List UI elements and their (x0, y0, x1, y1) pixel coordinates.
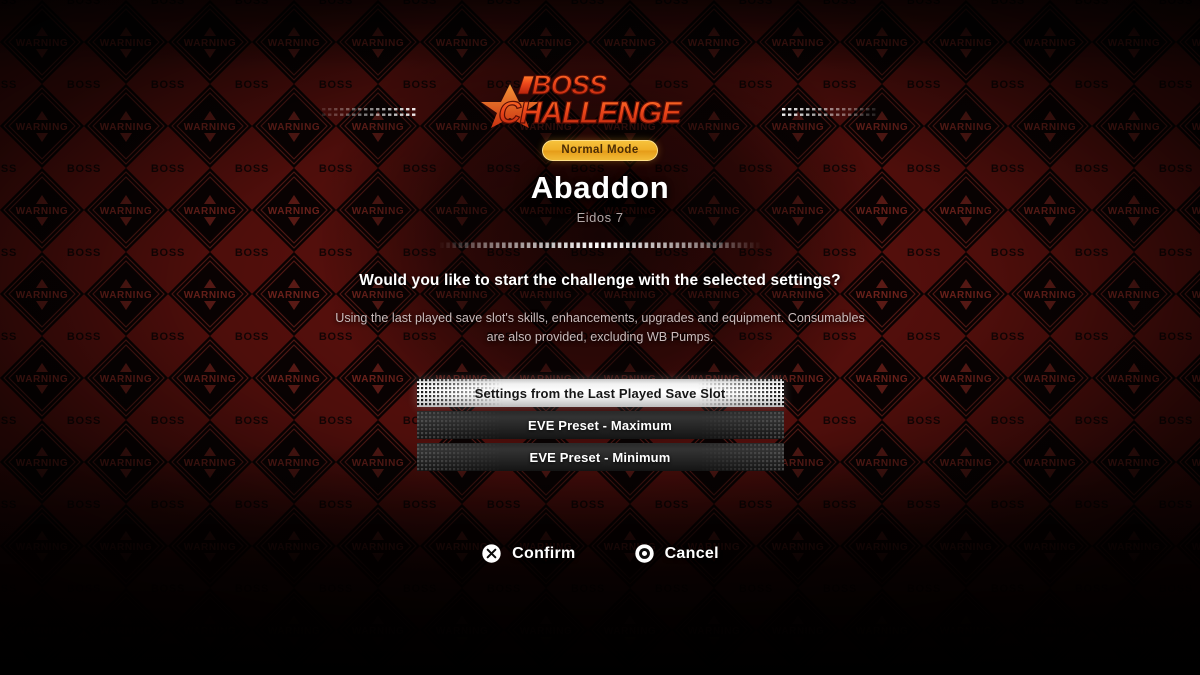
logo-graphic: BOSS CHALLENGE (481, 69, 685, 128)
cancel-button[interactable]: Cancel (634, 543, 719, 564)
option-label: EVE Preset - Maximum (528, 418, 672, 434)
options-list: Settings from the Last Played Save Slot (416, 379, 784, 472)
cross-button-icon (482, 544, 501, 563)
halftone-edge-right (697, 444, 784, 472)
circle-button-icon (634, 544, 654, 563)
logo-text-challenge: CHALLENGE (496, 95, 685, 128)
confirm-label: Confirm (512, 544, 576, 562)
logo-decor-dots-left (322, 108, 418, 119)
confirm-button[interactable]: Confirm (481, 543, 575, 564)
action-bar: Confirm Cancel (481, 543, 719, 564)
option-label: Settings from the Last Played Save Slot (474, 385, 726, 401)
boss-challenge-screen: WARNING WARNING WARNING WARNING WARNING … (0, 0, 1200, 675)
dialog-content: BOSS CHALLENGE Normal Mode Abaddon Eidos… (0, 0, 1200, 675)
mode-badge: Normal Mode (542, 140, 658, 161)
halftone-edge-left (416, 444, 503, 472)
prompt-question: Would you like to start the challenge wi… (359, 272, 841, 289)
boss-challenge-logo: BOSS CHALLENGE (320, 66, 880, 128)
option-eve-preset-maximum[interactable]: EVE Preset - Maximum (416, 411, 784, 440)
boss-location: Eidos 7 (576, 210, 624, 225)
option-label: EVE Preset - Minimum (529, 450, 671, 466)
halftone-edge-left (416, 412, 503, 440)
option-settings-last-save-slot[interactable]: Settings from the Last Played Save Slot (416, 379, 784, 408)
option-eve-preset-minimum[interactable]: EVE Preset - Minimum (416, 443, 784, 472)
cancel-label: Cancel (664, 544, 719, 562)
logo-decor-dots-right (782, 108, 878, 119)
prompt-description: Using the last played save slot's skills… (335, 311, 865, 344)
halftone-edge-right (697, 412, 784, 440)
dotted-divider (440, 241, 760, 250)
boss-name: Abaddon (530, 170, 670, 205)
